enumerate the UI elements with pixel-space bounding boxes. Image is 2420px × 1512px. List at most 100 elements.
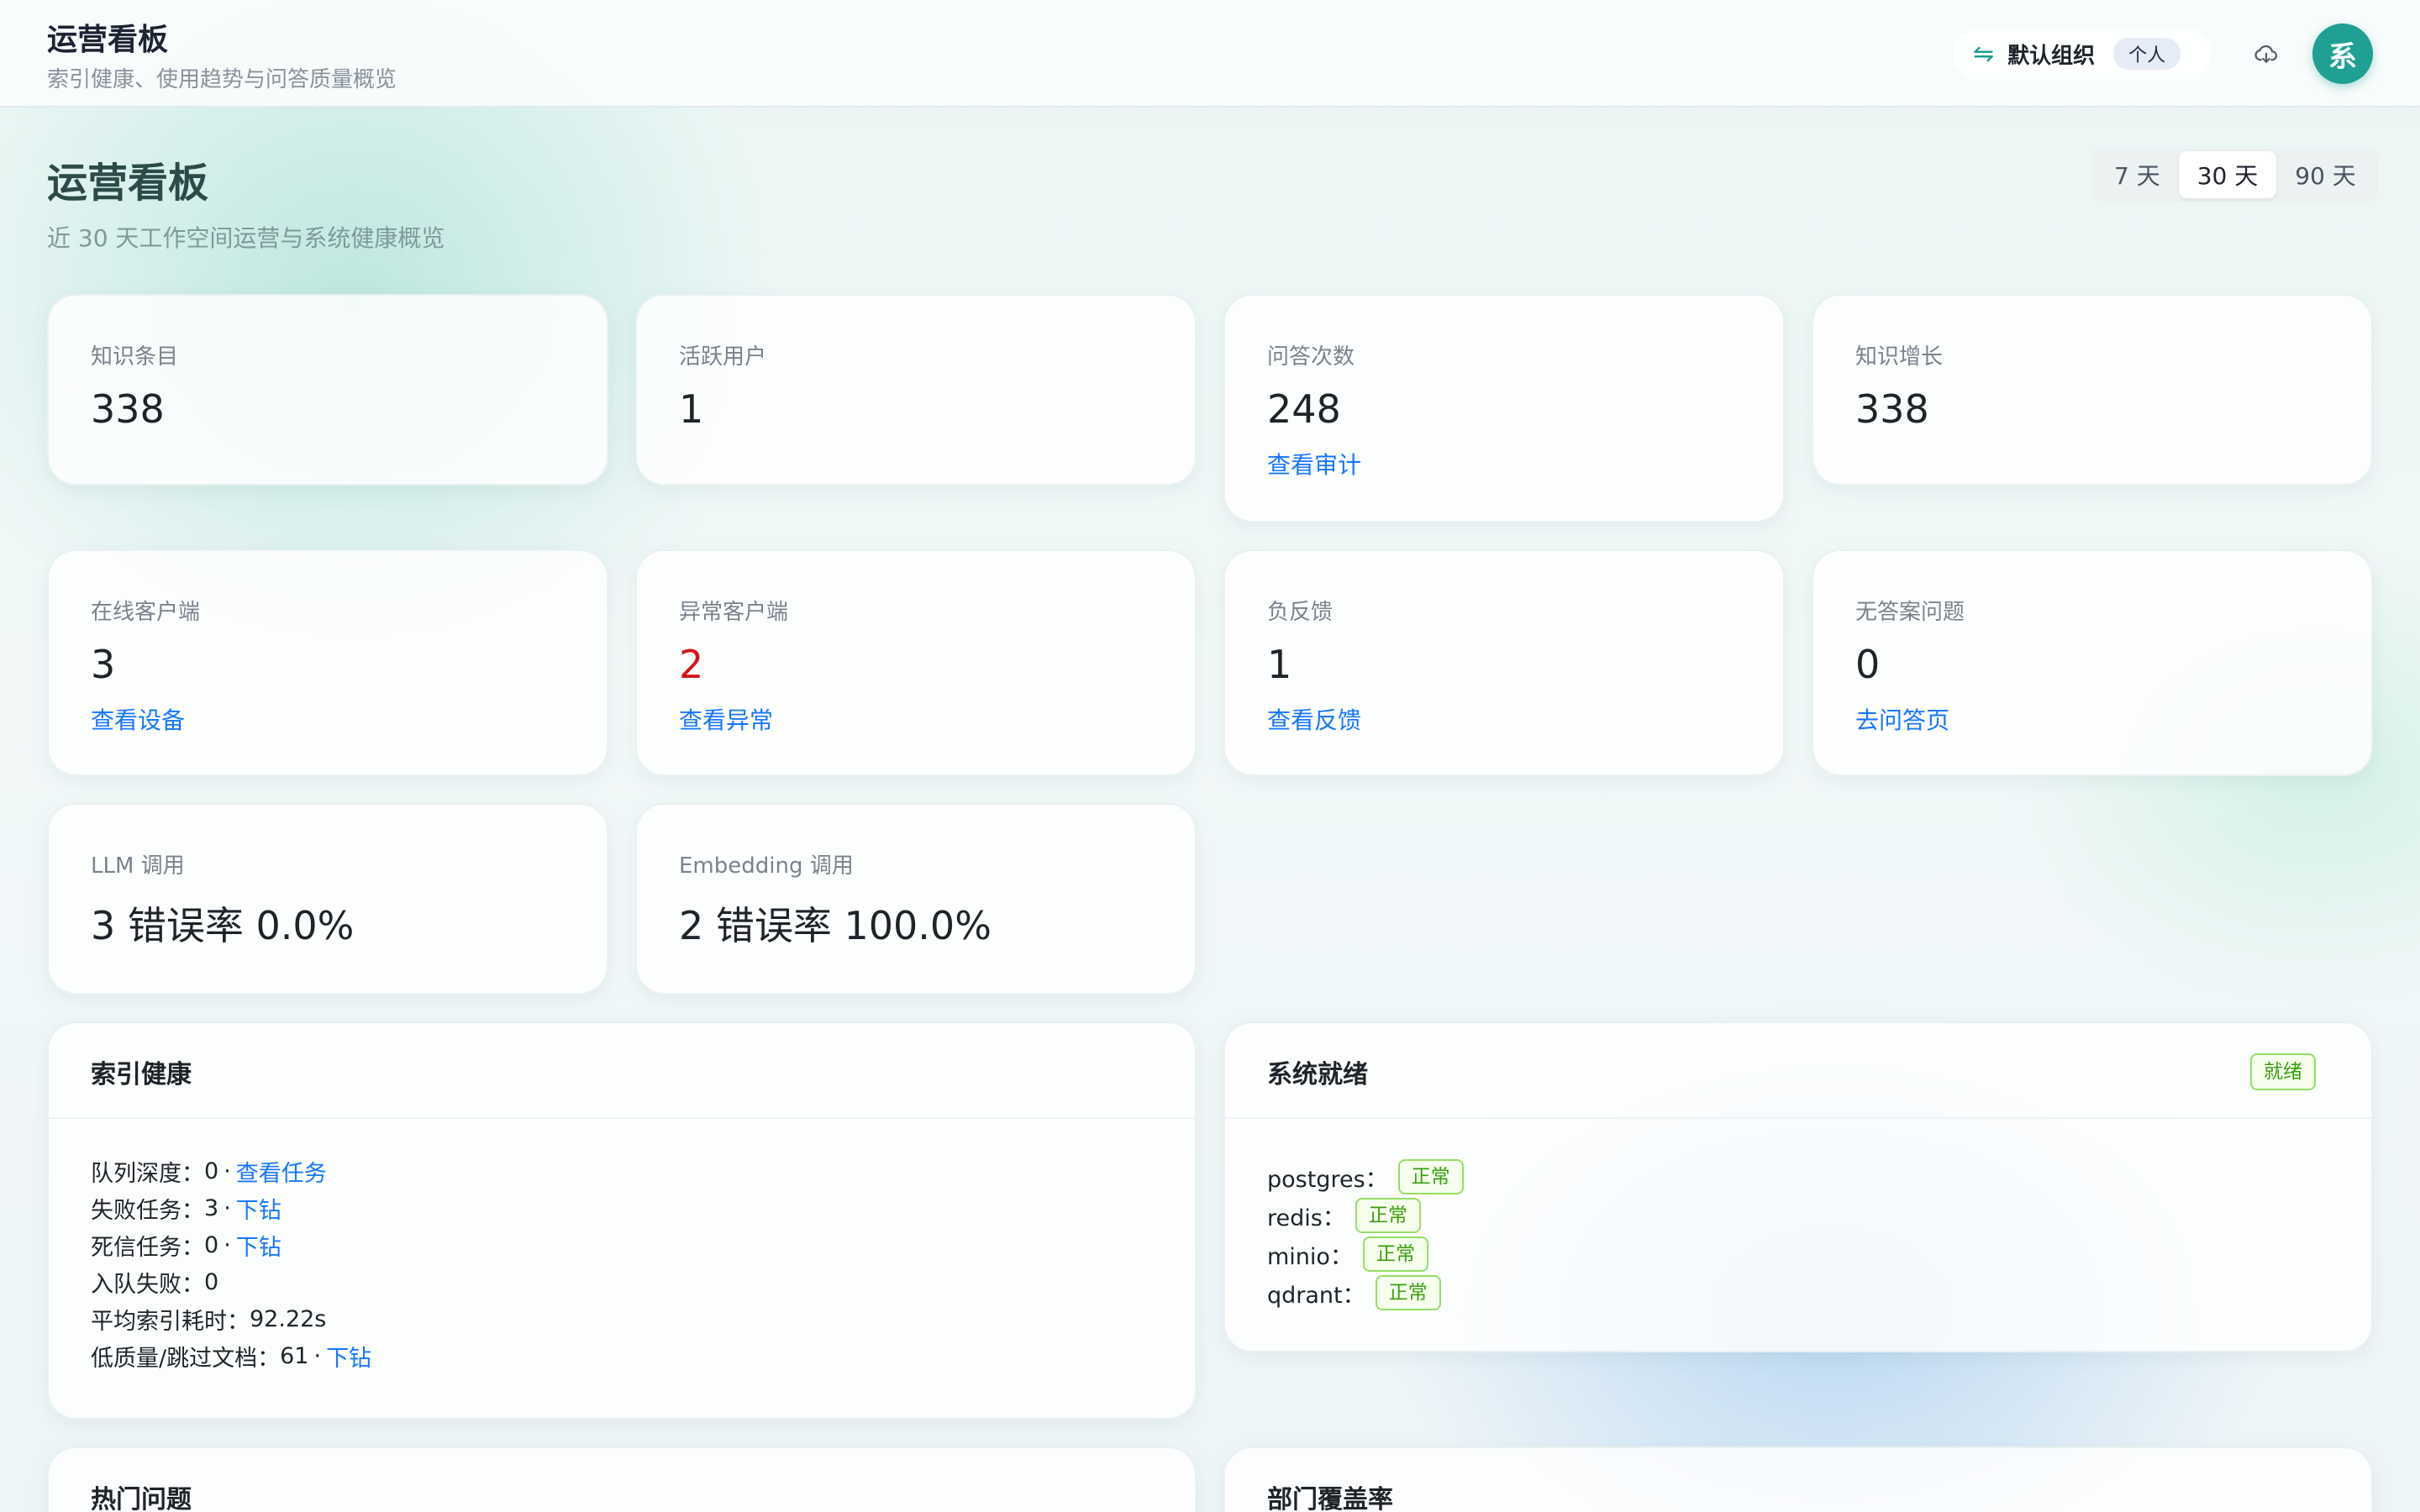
service-status-badge: 正常 — [1362, 1236, 1428, 1272]
panel-title: 系统就绪 — [1267, 1060, 1368, 1089]
header-title: 运营看板 — [47, 23, 169, 57]
dept-coverage-panel: 部门覆盖率 — [1223, 1446, 2373, 1512]
stat-value: 3 错误率 0.0% — [91, 903, 355, 948]
stat-card-knowledge-growth: 知识增长 338 — [1812, 294, 2373, 486]
stat-card-abnormal-clients: 异常客户端 2 查看异常 — [635, 549, 1197, 776]
org-type-tag: 个人 — [2113, 38, 2181, 70]
time-range-selector: 7 天 30 天 90 天 — [2092, 148, 2378, 202]
ready-status-badge: 就绪 — [2250, 1053, 2316, 1090]
view-abnormal-link[interactable]: 查看异常 — [679, 702, 773, 736]
kv-value: 0 — [204, 1268, 219, 1295]
stat-label: 异常客户端 — [679, 600, 789, 625]
panel-divider — [49, 1117, 1195, 1119]
stat-label: 无答案问题 — [1855, 600, 1965, 625]
service-status-badge: 正常 — [1355, 1198, 1421, 1233]
kv-row-avg-index-time: 平均索引耗时： 92.22s — [91, 1300, 371, 1337]
stat-card-unanswered-questions: 无答案问题 0 去问答页 — [1812, 549, 2373, 776]
stat-value: 3 — [91, 642, 116, 687]
view-audit-link[interactable]: 查看审计 — [1267, 447, 1361, 480]
drilldown-low-quality-link[interactable]: 下钻 — [326, 1340, 371, 1373]
drilldown-dead-letter-link[interactable]: 下钻 — [236, 1229, 281, 1262]
kv-row-queue-depth: 队列深度： 0 · 查看任务 — [91, 1152, 371, 1189]
page-title: 运营看板 — [47, 160, 209, 207]
kv-separator: · — [224, 1158, 231, 1184]
stat-value: 0 — [1855, 642, 1881, 687]
stat-label: 问答次数 — [1267, 344, 1355, 370]
index-health-panel: 索引健康 队列深度： 0 · 查看任务 失败任务： 3 · 下钻 死信任务： 0… — [47, 1021, 1197, 1420]
top-header: 运营看板 索引健康、使用趋势与问答质量概览 ⇋ 默认组织 个人 系 — [0, 0, 2420, 108]
stat-label: 活跃用户 — [679, 344, 767, 370]
range-option-30d[interactable]: 30 天 — [2178, 151, 2277, 198]
stat-value: 338 — [1855, 386, 1929, 432]
stat-card-llm-calls: LLM 调用 3 错误率 0.0% — [47, 803, 608, 995]
drilldown-failed-link[interactable]: 下钻 — [236, 1192, 281, 1225]
kv-separator: · — [224, 1231, 231, 1258]
stat-card-negative-feedback: 负反馈 1 查看反馈 — [1223, 549, 1785, 776]
stat-label: 知识条目 — [91, 344, 179, 370]
range-option-7d[interactable]: 7 天 — [2096, 151, 2179, 198]
hot-questions-panel: 热门问题 — [47, 1446, 1197, 1512]
kv-value: 61 — [280, 1342, 309, 1369]
view-devices-link[interactable]: 查看设备 — [91, 702, 185, 736]
index-health-list: 队列深度： 0 · 查看任务 失败任务： 3 · 下钻 死信任务： 0 · 下钻… — [91, 1152, 371, 1374]
kv-value: 3 — [204, 1194, 219, 1221]
service-name: minio： — [1267, 1243, 1353, 1270]
stat-value: 248 — [1267, 386, 1341, 432]
kv-separator: · — [313, 1342, 322, 1369]
panel-title: 索引健康 — [91, 1060, 192, 1089]
kv-label: 失败任务： — [91, 1197, 204, 1224]
kv-row-enqueue-failures: 入队失败： 0 — [91, 1263, 371, 1300]
go-qa-page-link[interactable]: 去问答页 — [1855, 702, 1949, 736]
range-option-90d[interactable]: 90 天 — [2276, 151, 2375, 198]
kv-row-dead-letter-tasks: 死信任务： 0 · 下钻 — [91, 1226, 371, 1263]
kv-value: 0 — [204, 1231, 219, 1258]
view-feedback-link[interactable]: 查看反馈 — [1267, 702, 1361, 736]
kv-value: 92.22s — [250, 1305, 327, 1332]
stat-card-knowledge-items: 知识条目 338 — [47, 294, 608, 486]
kv-label: 队列深度： — [91, 1160, 204, 1187]
stat-value: 2 — [679, 642, 704, 687]
stat-value: 1 — [679, 386, 704, 432]
stat-value: 1 — [1267, 642, 1292, 687]
stat-card-active-users: 活跃用户 1 — [635, 294, 1197, 486]
stat-label: 负反馈 — [1267, 600, 1334, 625]
kv-value: 0 — [204, 1158, 219, 1184]
stat-label: 知识增长 — [1855, 344, 1944, 370]
stat-value: 2 错误率 100.0% — [679, 903, 992, 948]
stat-card-qa-count: 问答次数 248 查看审计 — [1223, 294, 1785, 522]
stat-value: 338 — [91, 386, 165, 432]
service-status-badge: 正常 — [1375, 1275, 1441, 1310]
view-tasks-link[interactable]: 查看任务 — [236, 1155, 327, 1188]
kv-row-low-quality-docs: 低质量/跳过文档： 61 · 下钻 — [91, 1337, 371, 1374]
user-avatar[interactable]: 系 — [2312, 24, 2373, 84]
stat-label: LLM 调用 — [91, 853, 185, 879]
kv-label: 平均索引耗时： — [91, 1308, 250, 1335]
service-name: redis： — [1267, 1205, 1345, 1231]
service-name: qdrant： — [1267, 1282, 1365, 1309]
cloud-download-button[interactable] — [2245, 34, 2287, 76]
stat-label: 在线客户端 — [91, 600, 201, 625]
panel-title: 部门覆盖率 — [1267, 1485, 1393, 1512]
cloud-download-icon — [2254, 45, 2277, 63]
panel-divider — [1225, 1117, 2371, 1119]
service-row-postgres: postgres： 正常 — [1267, 1158, 1464, 1196]
kv-separator: · — [224, 1194, 231, 1221]
stat-label: Embedding 调用 — [679, 853, 854, 879]
stat-card-embedding-calls: Embedding 调用 2 错误率 100.0% — [635, 803, 1197, 995]
page-subtitle: 近 30 天工作空间运营与系统健康概览 — [47, 224, 445, 252]
org-name: 默认组织 — [2007, 43, 2096, 69]
service-status-badge: 正常 — [1397, 1159, 1464, 1194]
system-ready-panel: 系统就绪 就绪 postgres： 正常 redis： 正常 minio： 正常… — [1223, 1021, 2373, 1352]
org-switcher[interactable]: ⇋ 默认组织 个人 — [1953, 29, 2212, 79]
stat-card-online-clients: 在线客户端 3 查看设备 — [47, 549, 608, 776]
kv-label: 低质量/跳过文档： — [91, 1345, 281, 1372]
service-status-list: postgres： 正常 redis： 正常 minio： 正常 qdrant：… — [1267, 1158, 1464, 1312]
service-name: postgres： — [1267, 1166, 1388, 1193]
service-row-qdrant: qdrant： 正常 — [1267, 1273, 1464, 1312]
swap-arrows-icon: ⇋ — [1973, 39, 1995, 69]
service-row-minio: minio： 正常 — [1267, 1235, 1464, 1273]
kv-row-failed-tasks: 失败任务： 3 · 下钻 — [91, 1189, 371, 1226]
panel-title: 热门问题 — [91, 1485, 192, 1512]
service-row-redis: redis： 正常 — [1267, 1196, 1464, 1235]
header-subtitle: 索引健康、使用趋势与问答质量概览 — [47, 67, 397, 92]
